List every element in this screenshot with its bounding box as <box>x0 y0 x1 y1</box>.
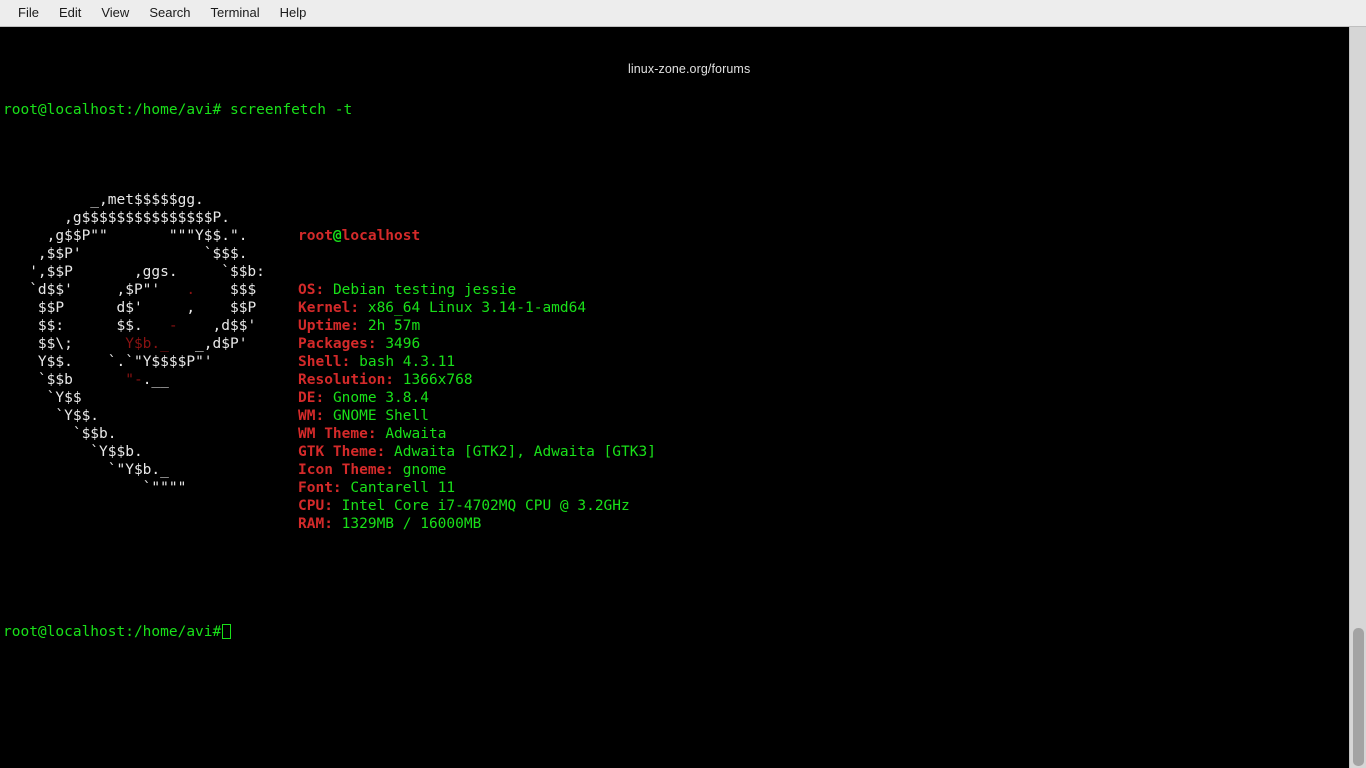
ascii-art-line: `"""" <box>3 479 265 497</box>
sysinfo-row: Packages: 3496 <box>298 335 656 353</box>
final-prompt-text: root@localhost:/home/avi# <box>3 624 221 640</box>
text-cursor <box>222 624 231 639</box>
sysinfo-value: Debian testing jessie <box>333 282 516 298</box>
menu-item-edit[interactable]: Edit <box>49 2 91 24</box>
menu-bar: File Edit View Search Terminal Help <box>0 0 1366 27</box>
ascii-art-line: Y$$. `.`"Y$$$$P"' <box>3 353 265 371</box>
debian-swirl-ascii-art: _,met$$$$$gg. ,g$$$$$$$$$$$$$$$P. ,g$$P"… <box>3 191 265 497</box>
sysinfo-row: Resolution: 1366x768 <box>298 371 656 389</box>
ascii-art-line: $$\; Y$b._ _,d$P' <box>3 335 265 353</box>
sysinfo-value: Gnome 3.8.4 <box>333 390 429 406</box>
ascii-art-line: `"Y$b._ <box>3 461 265 479</box>
terminal-screen[interactable]: root@localhost:/home/avi# screenfetch -t… <box>0 27 1349 768</box>
ascii-art-line: $$: $$. - ,d$$' <box>3 317 265 335</box>
sysinfo-label: Packages: <box>298 336 377 352</box>
menu-item-file[interactable]: File <box>8 2 49 24</box>
sysinfo-label: WM: <box>298 408 324 424</box>
sysinfo-row: GTK Theme: Adwaita [GTK2], Adwaita [GTK3… <box>298 443 656 461</box>
sysinfo-label: GTK Theme: <box>298 444 385 460</box>
sysinfo-value: x86_64 Linux 3.14-1-amd64 <box>368 300 586 316</box>
sysinfo-value: gnome <box>403 462 447 478</box>
final-prompt-line: root@localhost:/home/avi# <box>3 623 352 641</box>
sysinfo-value: Adwaita [GTK2], Adwaita [GTK3] <box>394 444 656 460</box>
prompt-text: root@localhost:/home/avi# screenfetch -t <box>3 102 352 118</box>
sysinfo-label: OS: <box>298 282 324 298</box>
sysinfo-host: localhost <box>342 228 421 244</box>
sysinfo-row: Shell: bash 4.3.11 <box>298 353 656 371</box>
ascii-art-line: ,g$$$$$$$$$$$$$$$P. <box>3 209 265 227</box>
ascii-art-line: `$$b. <box>3 425 265 443</box>
sysinfo-value: 2h 57m <box>368 318 420 334</box>
sysinfo-value: 3496 <box>385 336 420 352</box>
sysinfo-row: WM Theme: Adwaita <box>298 425 656 443</box>
sysinfo-label: CPU: <box>298 498 333 514</box>
ascii-art-line: $$P d$' , $$P <box>3 299 265 317</box>
blank-line <box>3 569 352 587</box>
sysinfo-row: Font: Cantarell 11 <box>298 479 656 497</box>
sysinfo-value: 1366x768 <box>403 372 473 388</box>
ascii-art-line: `Y$$ <box>3 389 265 407</box>
sysinfo-label: Uptime: <box>298 318 359 334</box>
sysinfo-row: OS: Debian testing jessie <box>298 281 656 299</box>
sysinfo-label: WM Theme: <box>298 426 377 442</box>
ascii-art-line: `Y$$. <box>3 407 265 425</box>
sysinfo-value: 1329MB / 16000MB <box>342 516 482 532</box>
system-info-list: root@localhost OS: Debian testing jessie… <box>298 191 656 533</box>
sysinfo-row: Uptime: 2h 57m <box>298 317 656 335</box>
sysinfo-label: Font: <box>298 480 342 496</box>
sysinfo-label: Resolution: <box>298 372 394 388</box>
scrollbar-thumb[interactable] <box>1353 628 1364 766</box>
sysinfo-at: @ <box>333 228 342 244</box>
sysinfo-row: Kernel: x86_64 Linux 3.14-1-amd64 <box>298 299 656 317</box>
terminal-output: root@localhost:/home/avi# screenfetch -t… <box>3 29 352 695</box>
ascii-art-line: `Y$$b. <box>3 443 265 461</box>
ascii-art-line: ,$$P' `$$$. <box>3 245 265 263</box>
menu-item-view[interactable]: View <box>91 2 139 24</box>
ascii-art-line: ,g$$P"" """Y$$.". <box>3 227 265 245</box>
ascii-art-line: ',$$P ,ggs. `$$b: <box>3 263 265 281</box>
menu-item-terminal[interactable]: Terminal <box>201 2 270 24</box>
scrollbar-track[interactable] <box>1349 27 1366 768</box>
ascii-art-line: `$$b "-.__ <box>3 371 265 389</box>
sysinfo-value: Adwaita <box>385 426 446 442</box>
sysinfo-value: bash 4.3.11 <box>359 354 455 370</box>
screenfetch-output: _,met$$$$$gg. ,g$$$$$$$$$$$$$$$P. ,g$$P"… <box>3 191 352 497</box>
sysinfo-row: Icon Theme: gnome <box>298 461 656 479</box>
sysinfo-user: root <box>298 228 333 244</box>
menu-item-search[interactable]: Search <box>139 2 200 24</box>
ascii-art-line: `d$$' ,$P"' . $$$ <box>3 281 265 299</box>
sysinfo-value: Intel Core i7-4702MQ CPU @ 3.2GHz <box>342 498 630 514</box>
command-prompt-line: root@localhost:/home/avi# screenfetch -t <box>3 101 352 119</box>
sysinfo-label: Kernel: <box>298 300 359 316</box>
sysinfo-row: CPU: Intel Core i7-4702MQ CPU @ 3.2GHz <box>298 497 656 515</box>
sysinfo-value: GNOME Shell <box>333 408 429 424</box>
sysinfo-label: RAM: <box>298 516 333 532</box>
sysinfo-label: DE: <box>298 390 324 406</box>
sysinfo-value: Cantarell 11 <box>350 480 455 496</box>
sysinfo-row: WM: GNOME Shell <box>298 407 656 425</box>
watermark-text: linux-zone.org/forums <box>628 62 750 76</box>
menu-item-help[interactable]: Help <box>270 2 317 24</box>
sysinfo-row: DE: Gnome 3.8.4 <box>298 389 656 407</box>
sysinfo-header: root@localhost <box>298 227 656 245</box>
sysinfo-label: Icon Theme: <box>298 462 394 478</box>
ascii-art-line: _,met$$$$$gg. <box>3 191 265 209</box>
sysinfo-row: RAM: 1329MB / 16000MB <box>298 515 656 533</box>
sysinfo-label: Shell: <box>298 354 350 370</box>
